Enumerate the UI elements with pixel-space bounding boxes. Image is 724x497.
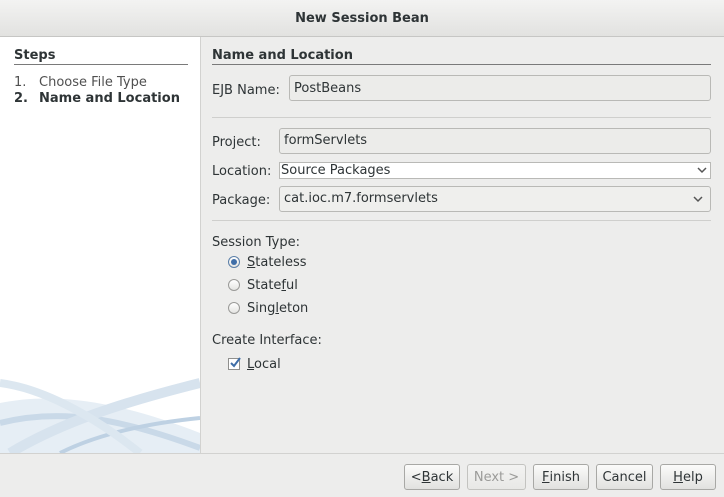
button-bar: < Back Next > Finish Cancel Help xyxy=(0,453,724,497)
cancel-button[interactable]: Cancel xyxy=(596,464,653,490)
wizard-decoration-graphic xyxy=(0,378,200,453)
stateful-label: Stateful xyxy=(247,277,298,293)
create-interface-label: Create Interface: xyxy=(212,333,322,348)
separator xyxy=(212,220,711,221)
project-value: formServlets xyxy=(284,133,368,148)
step-choose-file-type: 1. Choose File Type xyxy=(14,75,180,91)
step-name-and-location: 2. Name and Location xyxy=(14,91,180,107)
form-panel: Name and Location EJB Name: Project: for… xyxy=(201,37,724,453)
title-bar[interactable]: New Session Bean xyxy=(0,0,724,37)
section-title: Name and Location xyxy=(212,48,711,65)
project-field: formServlets xyxy=(279,128,711,154)
radio-unselected-icon[interactable] xyxy=(228,279,240,291)
new-session-bean-dialog: New Session Bean Steps 1. Choose File Typ… xyxy=(0,0,724,497)
steps-list: 1. Choose File Type 2. Name and Location xyxy=(14,75,180,107)
package-label: Package: xyxy=(212,193,271,208)
steps-title: Steps xyxy=(14,48,188,65)
stateful-radio[interactable]: Stateful xyxy=(228,275,298,295)
local-checkbox[interactable]: Local xyxy=(228,354,281,374)
ejb-name-label: EJB Name: xyxy=(212,83,280,98)
step-label: Name and Location xyxy=(39,91,180,106)
singleton-radio[interactable]: Singleton xyxy=(228,298,308,318)
package-value: cat.ioc.m7.formservlets xyxy=(284,191,438,206)
radio-unselected-icon[interactable] xyxy=(228,302,240,314)
singleton-label: Singleton xyxy=(247,300,309,316)
radio-selected-icon[interactable] xyxy=(228,256,240,268)
step-number: 2. xyxy=(14,91,28,106)
finish-button[interactable]: Finish xyxy=(533,464,589,490)
local-label: Local xyxy=(247,356,281,372)
step-number: 1. xyxy=(14,75,27,90)
location-combobox[interactable]: Source Packages xyxy=(279,162,711,179)
chevron-down-icon[interactable] xyxy=(692,187,704,211)
stateless-radio[interactable]: Stateless xyxy=(228,252,307,272)
help-button[interactable]: Help xyxy=(660,464,716,490)
step-label: Choose File Type xyxy=(39,75,147,90)
steps-panel: Steps 1. Choose File Type 2. Name and Loca… xyxy=(0,37,201,453)
back-button[interactable]: < Back xyxy=(404,464,460,490)
checkbox-checked-icon[interactable] xyxy=(228,357,241,370)
location-label: Location: xyxy=(212,164,272,179)
next-button[interactable]: Next > xyxy=(467,464,526,490)
chevron-down-icon[interactable] xyxy=(696,163,708,178)
location-value: Source Packages xyxy=(281,163,391,178)
stateless-label: Stateless xyxy=(247,254,307,270)
separator xyxy=(212,117,711,118)
window-title: New Session Bean xyxy=(295,10,429,26)
package-combobox[interactable]: cat.ioc.m7.formservlets xyxy=(279,186,711,212)
ejb-name-input[interactable] xyxy=(289,75,711,101)
session-type-label: Session Type: xyxy=(212,235,300,250)
project-label: Project: xyxy=(212,135,261,150)
